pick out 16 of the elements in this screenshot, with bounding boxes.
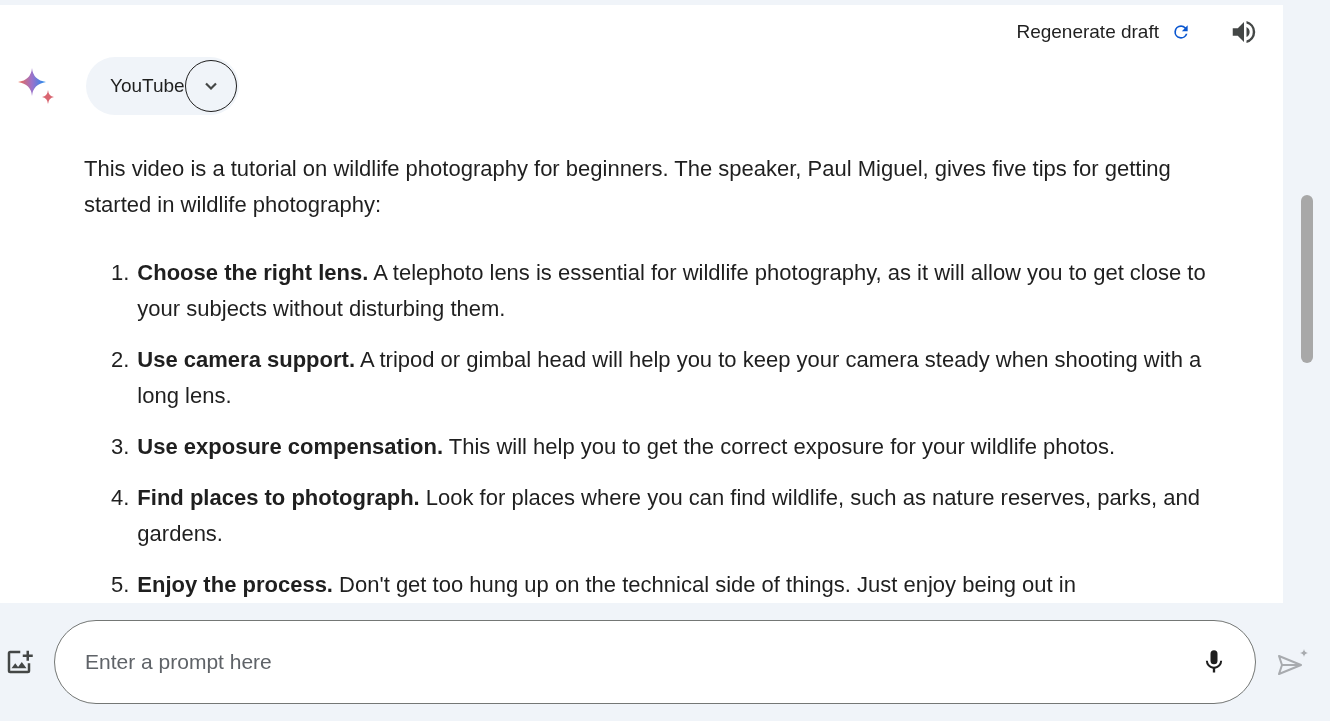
refresh-icon [1171, 22, 1191, 42]
source-label: YouTube [110, 75, 185, 97]
intro-paragraph: This video is a tutorial on wildlife photography for beginners. The speaker, Paul Miguel, gives five tips for getting started in wildlife photography: [84, 155, 1172, 219]
list-number: 1. [111, 259, 130, 287]
tip-text: Find places to photograph. Look for places where you can find wildlife, such as nature reserves, parks, and gardens. [137, 484, 1201, 548]
tip-text: Use camera support. A tripod or gimbal head will help you to keep your camera steady when shooting with a long lens. [137, 346, 1203, 410]
list-number: 2. [111, 346, 130, 374]
tip-text: Enjoy the process. Don't get too hung up on the technical side of things. Just enjoy being out in [137, 571, 1076, 599]
prompt-field[interactable]: Enter a prompt here [54, 620, 1256, 704]
list-number: 3. [111, 433, 130, 461]
tip-text: Choose the right lens. A telephoto lens is essential for wildlife photography, as it will allow you to get close to your subjects without disturbing them. [137, 259, 1207, 323]
regenerate-draft-button[interactable]: Regenerate draft [1016, 21, 1213, 43]
list-number: 4. [111, 484, 130, 512]
tip-text: Use exposure compensation. This will help you to get the correct exposure for your wildlife photos. [137, 433, 1116, 461]
scrollbar-thumb[interactable] [1300, 195, 1313, 363]
list-number: 5. [111, 571, 130, 599]
